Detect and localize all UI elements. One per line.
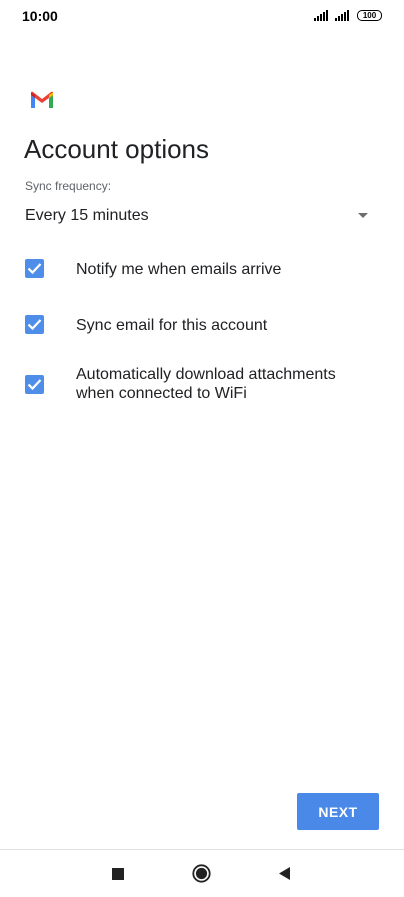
option-sync-email[interactable]: Sync email for this account (0, 314, 404, 336)
option-label: Sync email for this account (76, 317, 268, 334)
sync-email-checkbox[interactable] (25, 315, 44, 334)
nav-divider (0, 849, 404, 850)
option-label: Notify me when emails arrive (76, 261, 282, 278)
checkmark-icon (27, 263, 42, 275)
page-title: Account options (24, 134, 210, 164)
status-time: 10:00 (22, 8, 58, 24)
home-icon[interactable] (192, 864, 211, 883)
signal-strength-icon (335, 10, 349, 21)
sync-frequency-value: Every 15 minutes (25, 207, 149, 224)
auto-download-checkbox[interactable] (25, 375, 44, 394)
status-bar: 10:00 100 (0, 0, 404, 32)
gmail-logo-icon (31, 91, 53, 108)
sync-frequency-label: Sync frequency: (25, 179, 112, 193)
account-options-screen: 10:00 100 Account options Sync frequency… (0, 0, 404, 897)
signal-strength-icon (314, 10, 328, 21)
battery-icon: 100 (357, 10, 382, 21)
option-notify-emails[interactable]: Notify me when emails arrive (0, 258, 404, 280)
checkmark-icon (27, 319, 42, 331)
notify-checkbox[interactable] (25, 259, 44, 278)
dropdown-arrow-icon (358, 213, 368, 218)
option-label: Automatically download attachments when … (76, 366, 336, 402)
back-icon[interactable] (278, 866, 291, 881)
option-auto-download[interactable]: Automatically download attachments when … (0, 364, 404, 406)
next-button[interactable]: NEXT (297, 793, 379, 830)
checkmark-icon (27, 379, 42, 391)
recents-icon[interactable] (112, 868, 124, 880)
sync-frequency-dropdown[interactable]: Every 15 minutes (24, 200, 374, 232)
